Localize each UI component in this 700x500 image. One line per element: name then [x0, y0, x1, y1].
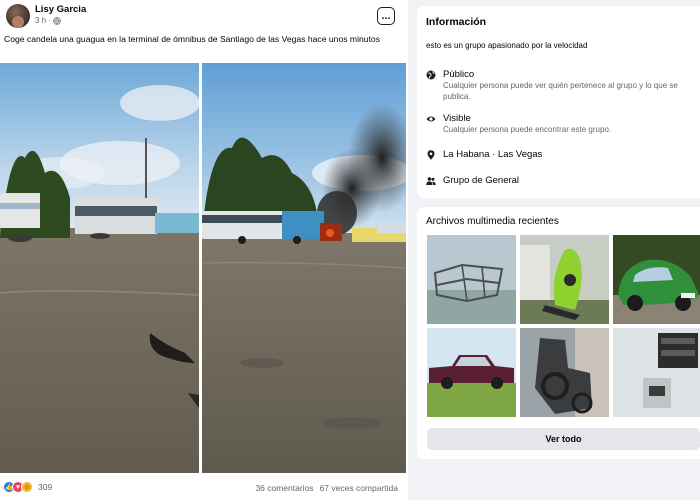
- media-thumb-green-beetle[interactable]: [613, 235, 700, 324]
- avatar[interactable]: [6, 4, 30, 28]
- post-photo-bus-fire-1[interactable]: [0, 63, 199, 473]
- globe-icon: [53, 16, 61, 25]
- globe-icon: [426, 70, 436, 80]
- privacy-subtitle: Cualquier persona puede ver quién perten…: [443, 81, 678, 101]
- media-thumb-engine-parts[interactable]: [613, 328, 700, 417]
- eye-icon: [426, 116, 436, 122]
- media-thumb-motorcycle-parts[interactable]: [520, 328, 609, 417]
- post-card: Lisy Garcia 3 h · ... Coge candela una g…: [0, 0, 408, 500]
- location-title: La Habana · Las Vegas: [443, 149, 543, 160]
- info-title: Información: [426, 16, 487, 28]
- people-icon: [426, 177, 436, 185]
- post-header: Lisy Garcia 3 h · ...: [4, 3, 404, 29]
- privacy-title: Público: [443, 69, 475, 80]
- category-title: Grupo de General: [443, 175, 520, 186]
- post-time[interactable]: 3 h: [35, 16, 46, 25]
- reaction-count: 309: [38, 482, 53, 492]
- group-info-card: Información esto es un grupo apasionado …: [417, 6, 700, 198]
- media-thumb-green-car-part[interactable]: [520, 235, 609, 324]
- visibility-subtitle: Cualquier persona puede encontrar este g…: [443, 125, 612, 134]
- see-all-button[interactable]: Ver todo: [427, 428, 700, 450]
- comments-count[interactable]: 36 comentarios: [255, 483, 313, 493]
- post-photos: [0, 63, 406, 473]
- more-options-button[interactable]: ...: [377, 7, 395, 25]
- post-meta: 3 h ·: [35, 16, 61, 25]
- post-text: Coge candela una guagua en la terminal d…: [4, 34, 381, 44]
- reactions-summary[interactable]: 👍 ♥ ☺ 309: [3, 481, 52, 493]
- media-thumb-lada-car[interactable]: [427, 328, 516, 417]
- post-footer: 👍 ♥ ☺ 309 36 comentarios 67 veces compar…: [0, 478, 406, 498]
- shares-count[interactable]: 67 veces compartida: [320, 483, 398, 493]
- location-pin-icon: [427, 150, 435, 160]
- media-title: Archivos multimedia recientes: [426, 216, 559, 227]
- post-author[interactable]: Lisy Garcia: [35, 4, 86, 15]
- group-description: esto es un grupo apasionado por la veloc…: [426, 41, 588, 50]
- recent-media-card: Archivos multimedia recientes Ver todo: [417, 207, 700, 459]
- media-thumb-metal-frame[interactable]: [427, 235, 516, 324]
- haha-icon: ☺: [21, 481, 33, 493]
- post-photo-bus-fire-2[interactable]: [202, 63, 406, 473]
- post-stats: 36 comentarios 67 veces compartida: [255, 483, 398, 493]
- visibility-title: Visible: [443, 113, 471, 124]
